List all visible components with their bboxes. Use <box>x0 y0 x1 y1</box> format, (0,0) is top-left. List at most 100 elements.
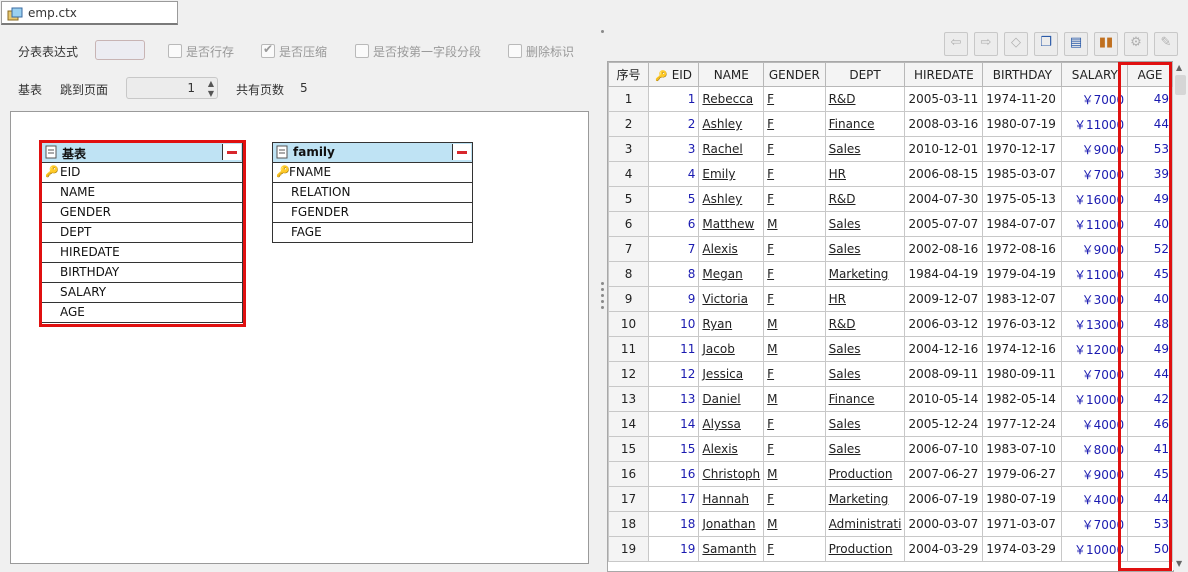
gender-cell[interactable]: F <box>763 161 826 187</box>
gender-cell[interactable]: F <box>763 411 826 437</box>
collapse-icon[interactable] <box>452 144 471 160</box>
scroll-up-icon[interactable]: ▲ <box>1176 63 1182 72</box>
eid-cell[interactable]: 10 <box>648 311 700 337</box>
birthday-cell[interactable]: 1975-05-13 <box>982 186 1063 212</box>
row-index[interactable]: 5 <box>608 186 650 212</box>
gender-cell[interactable]: M <box>763 211 826 237</box>
row-index[interactable]: 16 <box>608 461 650 487</box>
table-row[interactable]: 8 8 Megan F Marketing 1984-04-19 1979-04-19 ￥11… <box>608 261 1173 287</box>
dept-cell[interactable]: R&D <box>824 311 906 337</box>
name-cell[interactable]: Daniel <box>698 386 765 412</box>
name-cell[interactable]: Victoria <box>698 286 765 312</box>
row-index[interactable]: 3 <box>608 136 650 162</box>
dept-cell[interactable]: R&D <box>824 86 906 112</box>
clear-button[interactable]: ◇ <box>1004 32 1028 56</box>
row-index[interactable]: 8 <box>608 261 650 287</box>
eid-cell[interactable]: 18 <box>648 511 700 537</box>
page-spinner[interactable]: 1 ▲ ▼ <box>126 77 218 99</box>
table-row[interactable]: 15 15 Alexis F Sales 2006-07-10 1983-07-10 ￥800… <box>608 436 1173 462</box>
hiredate-cell[interactable]: 2006-08-15 <box>904 161 984 187</box>
family-table-box[interactable]: family 🔑 FNAME RELATION FGENDER FAGE <box>272 142 473 243</box>
dept-cell[interactable]: Sales <box>824 336 906 362</box>
grid-view-button[interactable]: ▤ <box>1064 32 1088 56</box>
hiredate-cell[interactable]: 2000-03-07 <box>904 511 984 537</box>
gender-cell[interactable]: F <box>763 236 826 262</box>
name-cell[interactable]: Megan <box>698 261 765 287</box>
hiredate-cell[interactable]: 2006-03-12 <box>904 311 984 337</box>
birthday-cell[interactable]: 1972-08-16 <box>982 236 1063 262</box>
hiredate-cell[interactable]: 2008-03-16 <box>904 111 984 137</box>
gender-cell[interactable]: F <box>763 286 826 312</box>
dept-cell[interactable]: Administrati <box>824 511 906 537</box>
birthday-cell[interactable]: 1970-12-17 <box>982 136 1063 162</box>
gender-cell[interactable]: M <box>763 386 826 412</box>
eid-cell[interactable]: 6 <box>648 211 700 237</box>
table-row[interactable]: 18 18 Jonathan M Administrati 2000-03-07 1971-… <box>608 511 1173 537</box>
row-index[interactable]: 12 <box>608 361 650 387</box>
gender-cell[interactable]: F <box>763 136 826 162</box>
col-header-birthday[interactable]: BIRTHDAY <box>982 62 1063 87</box>
birthday-cell[interactable]: 1974-11-20 <box>982 86 1063 112</box>
birthday-cell[interactable]: 1985-03-07 <box>982 161 1063 187</box>
table-row[interactable]: 5 5 Ashley F R&D 2004-07-30 1975-05-13 ￥16000 49 <box>608 186 1173 212</box>
hiredate-cell[interactable]: 2005-12-24 <box>904 411 984 437</box>
dept-cell[interactable]: Sales <box>824 411 906 437</box>
birthday-cell[interactable]: 1982-05-14 <box>982 386 1063 412</box>
name-cell[interactable]: Alexis <box>698 436 765 462</box>
row-index[interactable]: 7 <box>608 236 650 262</box>
birthday-cell[interactable]: 1980-07-19 <box>982 486 1063 512</box>
row-index[interactable]: 18 <box>608 511 650 537</box>
gender-cell[interactable]: F <box>763 86 826 112</box>
birthday-cell[interactable]: 1974-03-29 <box>982 536 1063 562</box>
dept-cell[interactable]: Marketing <box>824 261 906 287</box>
eid-cell[interactable]: 13 <box>648 386 700 412</box>
gender-cell[interactable]: F <box>763 361 826 387</box>
spin-up-icon[interactable]: ▲ <box>208 79 214 88</box>
delete-flag-checkbox[interactable] <box>508 44 522 58</box>
row-index[interactable]: 17 <box>608 486 650 512</box>
name-cell[interactable]: Matthew <box>698 211 765 237</box>
birthday-cell[interactable]: 1983-12-07 <box>982 286 1063 312</box>
field-row[interactable]: RELATION <box>273 183 472 203</box>
hiredate-cell[interactable]: 2005-07-07 <box>904 211 984 237</box>
dept-cell[interactable]: Production <box>824 461 906 487</box>
gender-cell[interactable]: F <box>763 186 826 212</box>
col-header-eid[interactable]: 🔑 EID <box>648 62 700 87</box>
field-row[interactable]: FAGE <box>273 223 472 242</box>
dept-cell[interactable]: Sales <box>824 361 906 387</box>
birthday-cell[interactable]: 1979-06-27 <box>982 461 1063 487</box>
dept-cell[interactable]: Marketing <box>824 486 906 512</box>
table-row[interactable]: 13 13 Daniel M Finance 2010-05-14 1982-05-14 ￥1… <box>608 386 1173 412</box>
gender-cell[interactable]: F <box>763 111 826 137</box>
forward-button[interactable]: ⇨ <box>974 32 998 56</box>
eid-cell[interactable]: 15 <box>648 436 700 462</box>
table-row[interactable]: 4 4 Emily F HR 2006-08-15 1985-03-07 ￥7000 39 <box>608 161 1173 187</box>
birthday-cell[interactable]: 1979-04-19 <box>982 261 1063 287</box>
birthday-cell[interactable]: 1976-03-12 <box>982 311 1063 337</box>
field-row[interactable]: 🔑 FNAME <box>273 163 472 183</box>
gender-cell[interactable]: F <box>763 436 826 462</box>
table-row[interactable]: 9 9 Victoria F HR 2009-12-07 1983-12-07 ￥3000 40 <box>608 286 1173 312</box>
copy-button[interactable]: ❐ <box>1034 32 1058 56</box>
eid-cell[interactable]: 8 <box>648 261 700 287</box>
name-cell[interactable]: Emily <box>698 161 765 187</box>
row-index[interactable]: 14 <box>608 411 650 437</box>
eid-cell[interactable]: 7 <box>648 236 700 262</box>
dept-cell[interactable]: Sales <box>824 136 906 162</box>
row-index[interactable]: 4 <box>608 161 650 187</box>
data-grid[interactable]: 序号 🔑 EID NAME GENDER DEPT HIREDATE BIRTH… <box>607 61 1174 572</box>
eid-cell[interactable]: 5 <box>648 186 700 212</box>
eid-cell[interactable]: 19 <box>648 536 700 562</box>
gender-cell[interactable]: M <box>763 311 826 337</box>
hiredate-cell[interactable]: 2002-08-16 <box>904 236 984 262</box>
chart-button[interactable]: ▮▮ <box>1094 32 1118 56</box>
row-index[interactable]: 9 <box>608 286 650 312</box>
name-cell[interactable]: Rachel <box>698 136 765 162</box>
name-cell[interactable]: Alexis <box>698 236 765 262</box>
row-store-checkbox[interactable] <box>168 44 182 58</box>
name-cell[interactable]: Christoph <box>698 461 765 487</box>
eid-cell[interactable]: 2 <box>648 111 700 137</box>
eid-cell[interactable]: 1 <box>648 86 700 112</box>
gender-cell[interactable]: M <box>763 511 826 537</box>
birthday-cell[interactable]: 1984-07-07 <box>982 211 1063 237</box>
